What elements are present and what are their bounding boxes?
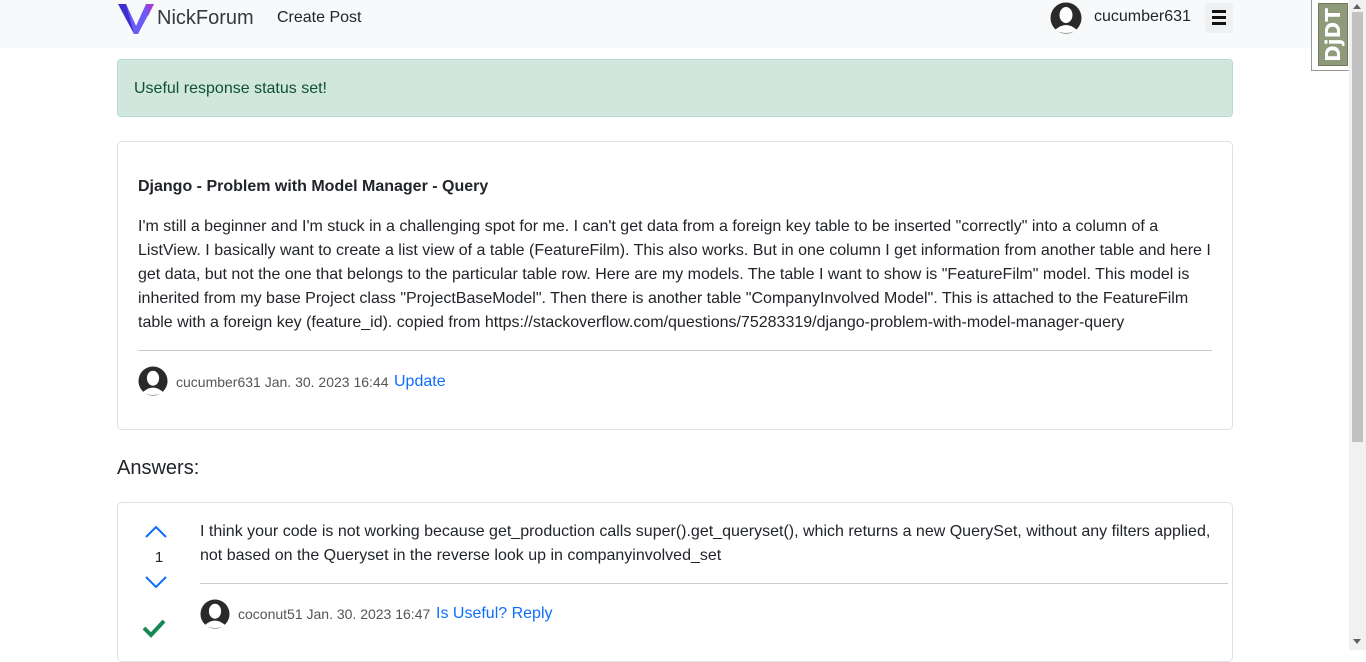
- answer-author: coconut51: [238, 606, 303, 622]
- author-avatar-icon: [138, 366, 168, 401]
- accepted-check-icon: [141, 617, 167, 644]
- question-card: Django - Problem with Model Manager - Qu…: [117, 141, 1233, 430]
- brand-logo-icon: [118, 2, 154, 34]
- answers-heading: Answers:: [117, 457, 200, 479]
- question-body: I'm still a beginner and I'm stuck in a …: [138, 218, 1211, 331]
- answer-actions: Is Useful? Reply: [436, 604, 553, 624]
- nav-username[interactable]: cucumber631: [1094, 7, 1191, 27]
- alert-message: Useful response status set!: [134, 80, 327, 97]
- page-scrollbar[interactable]: [1349, 0, 1366, 650]
- downvote-chevron-down-icon[interactable]: [144, 575, 168, 594]
- question-author: cucumber631: [176, 374, 261, 390]
- scroll-thumb[interactable]: [1352, 12, 1363, 442]
- divider: [138, 350, 1212, 351]
- top-navbar: NickForum Create Post cucumber631: [0, 0, 1349, 48]
- is-useful-link[interactable]: Is Useful?: [436, 605, 507, 622]
- brand-name: NickForum: [157, 7, 254, 29]
- author-avatar-icon: [200, 599, 230, 634]
- debug-toolbar-handle[interactable]: DjDT: [1311, 0, 1351, 71]
- upvote-chevron-up-icon[interactable]: [144, 525, 168, 544]
- update-link[interactable]: Update: [394, 372, 446, 392]
- brand-link[interactable]: NickForum: [118, 2, 254, 34]
- question-meta: cucumber631 Jan. 30. 2023 16:44: [176, 373, 389, 391]
- scroll-up-arrow-icon[interactable]: [1353, 4, 1361, 9]
- answer-date: Jan. 30. 2023 16:47: [306, 606, 431, 622]
- user-avatar-icon[interactable]: [1050, 2, 1082, 39]
- scroll-down-arrow-icon[interactable]: [1353, 639, 1361, 644]
- vote-count: 1: [154, 549, 164, 566]
- answer-card: 1 I think your code is not working becau…: [117, 502, 1233, 662]
- debug-toolbar-label: DjDT: [1321, 7, 1346, 62]
- create-post-link[interactable]: Create Post: [277, 8, 361, 28]
- answer-body: I think your code is not working because…: [200, 523, 1211, 564]
- success-alert: Useful response status set!: [117, 59, 1233, 117]
- divider: [200, 583, 1228, 584]
- hamburger-menu-icon[interactable]: [1205, 3, 1233, 33]
- answer-meta: coconut51 Jan. 30. 2023 16:47: [238, 605, 430, 623]
- reply-link[interactable]: Reply: [512, 605, 553, 622]
- question-title: Django - Problem with Model Manager - Qu…: [138, 178, 489, 195]
- question-date: Jan. 30. 2023 16:44: [264, 374, 389, 390]
